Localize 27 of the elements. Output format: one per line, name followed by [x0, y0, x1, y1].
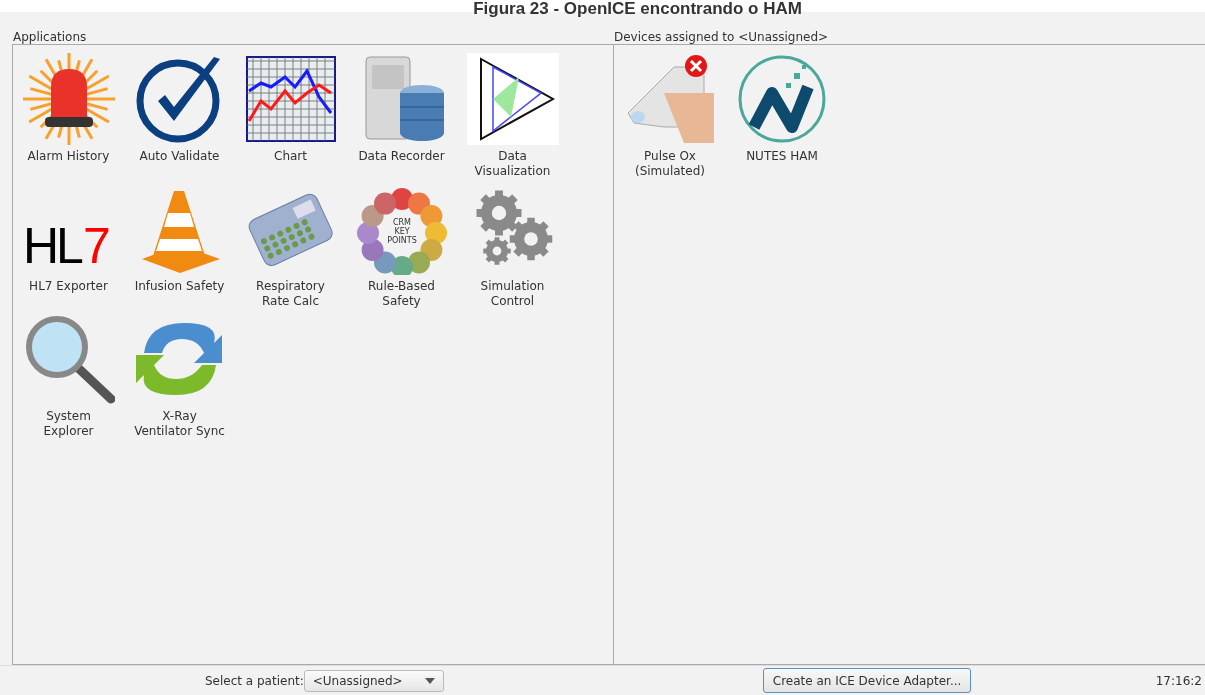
app-launcher[interactable]: Respiratory Rate Calc [235, 183, 346, 313]
app-launcher[interactable]: Chart [235, 53, 346, 183]
device-tile[interactable]: NUTES HAM [726, 53, 838, 183]
hl7-logo-icon: HL7 [22, 183, 115, 275]
device-tile[interactable]: Pulse Ox (Simulated) [614, 53, 726, 183]
app-launcher[interactable]: Infusion Safety [124, 183, 235, 313]
triangle-chart-icon [466, 53, 559, 145]
create-adapter-button[interactable]: Create an ICE Device Adapter... [762, 668, 972, 693]
app-launcher[interactable]: Auto Validate [124, 53, 235, 183]
panel-title: Applications [13, 30, 87, 44]
app-launcher[interactable]: CRM KEY POINTS Rule-Based Safety [346, 183, 457, 313]
figure-caption: Figura 23 - OpenICE encontrando o HAM [472, 0, 802, 17]
app-launcher[interactable]: Data Visualization [457, 53, 568, 183]
app-launcher[interactable]: Data Recorder [346, 53, 457, 183]
clock-time: 17:16:2 [1155, 672, 1202, 690]
letter-n-logo-icon [736, 53, 828, 145]
app-launcher[interactable]: HL7 HL7 Exporter [13, 183, 124, 313]
alarm-light-icon [22, 53, 115, 145]
patient-dropdown[interactable]: <Unassigned> [303, 669, 444, 692]
app-launcher[interactable]: X-Ray Ventilator Sync [124, 313, 235, 443]
app-launcher[interactable]: System Explorer [13, 313, 124, 443]
caret-icon [424, 677, 435, 684]
app-launcher[interactable]: Alarm History [13, 53, 124, 183]
panel-title: Devices assigned to <Unassigned> [614, 30, 829, 44]
line-chart-icon [244, 53, 337, 145]
app-launcher[interactable]: Simulation Control [457, 183, 568, 313]
patient-label: Select a patient: [205, 672, 304, 690]
